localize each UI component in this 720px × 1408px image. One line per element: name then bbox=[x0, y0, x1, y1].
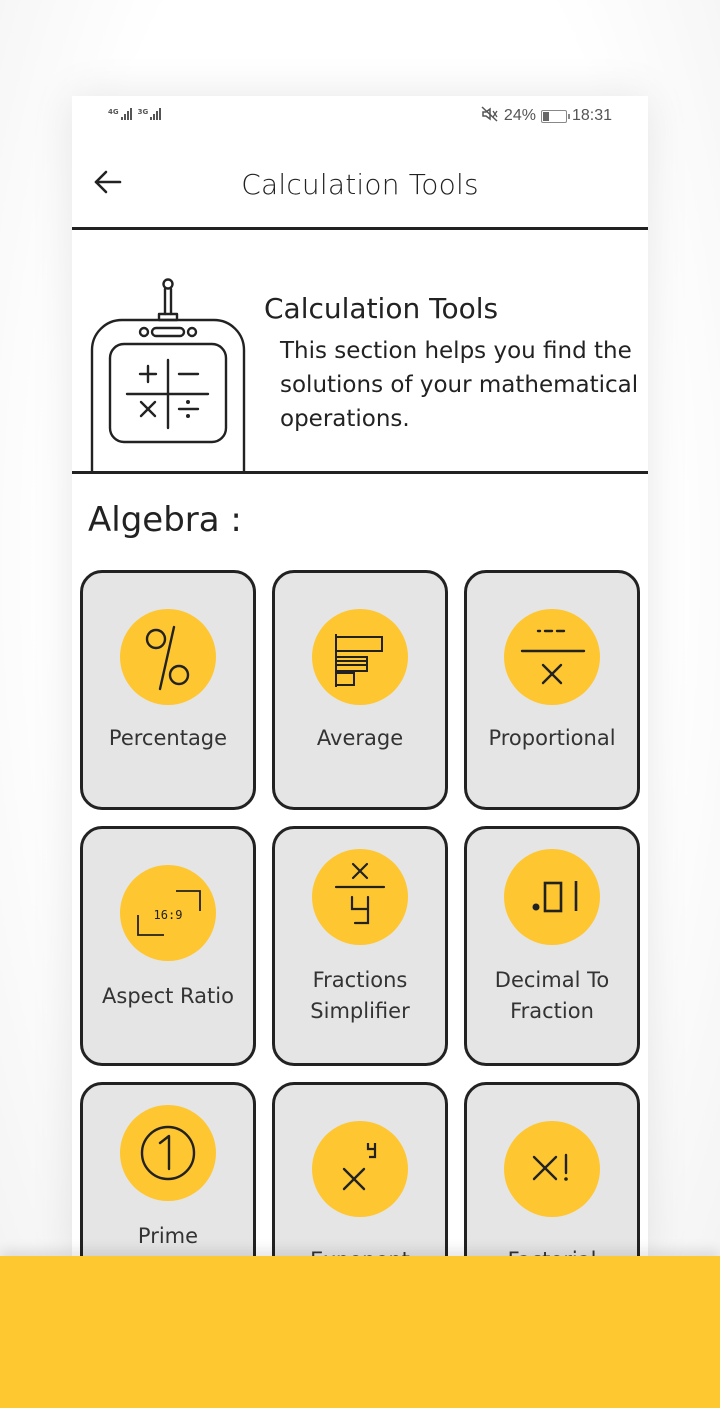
tool-card-exponent[interactable]: Exponent bbox=[272, 1082, 448, 1266]
tool-label: Average bbox=[316, 726, 404, 750]
tool-label: Proportional bbox=[488, 726, 616, 750]
mute-icon bbox=[481, 106, 499, 126]
network-type-1: 4G bbox=[108, 108, 119, 116]
intro-banner: Calculation Tools This section helps you… bbox=[72, 230, 648, 474]
tool-label: Aspect Ratio bbox=[102, 984, 234, 1008]
battery-icon bbox=[540, 109, 570, 123]
signal-3g-icon: 3G bbox=[138, 108, 162, 120]
intro-description: This section helps you find the solution… bbox=[280, 338, 639, 432]
tool-label: Prime bbox=[137, 1224, 199, 1248]
tool-label: Percentage bbox=[108, 726, 228, 750]
exponent-icon bbox=[312, 1121, 408, 1217]
app-bar: Calculation Tools bbox=[72, 140, 648, 230]
page-title: Calculation Tools bbox=[241, 168, 479, 201]
fraction-xy-icon bbox=[312, 849, 408, 945]
signal-4g-icon: 4G bbox=[108, 108, 132, 120]
bottom-yellow-band bbox=[0, 1256, 720, 1408]
tool-card-aspect-ratio[interactable]: 16:9 Aspect Ratio bbox=[80, 826, 256, 1066]
phone-screen: 4G 3G 24% 18:31 Calculation Tools Calcul… bbox=[72, 96, 648, 1266]
aspect-ratio-icon: 16:9 bbox=[120, 865, 216, 961]
signal-indicators: 4G 3G bbox=[108, 108, 162, 120]
tool-card-fractions-simplifier[interactable]: Fractions Simplifier bbox=[272, 826, 448, 1066]
fraction-x-icon bbox=[504, 609, 600, 705]
clock: 18:31 bbox=[571, 107, 612, 124]
svg-text:16:9: 16:9 bbox=[154, 908, 183, 922]
network-type-2: 3G bbox=[137, 108, 149, 116]
intro-title: Calculation Tools bbox=[264, 292, 499, 325]
status-bar: 4G 3G 24% 18:31 bbox=[72, 96, 648, 140]
bar-chart-icon bbox=[312, 609, 408, 705]
tool-card-percentage[interactable]: Percentage bbox=[80, 570, 256, 810]
tool-card-prime[interactable]: Prime bbox=[80, 1082, 256, 1266]
prime-one-icon bbox=[120, 1105, 216, 1201]
decimal-icon bbox=[504, 849, 600, 945]
tool-card-proportional[interactable]: Proportional bbox=[464, 570, 640, 810]
tool-label: Fractions Simplifier bbox=[310, 968, 410, 1023]
tool-card-factorial[interactable]: Factorial bbox=[464, 1082, 640, 1266]
battery-percent: 24% bbox=[503, 107, 536, 124]
calculator-device-icon bbox=[90, 278, 246, 474]
percent-icon bbox=[120, 609, 216, 705]
tool-label: Decimal To Fraction bbox=[494, 968, 610, 1023]
status-right: 24% 18:31 bbox=[481, 106, 612, 126]
tool-card-decimal-to-fraction[interactable]: Decimal To Fraction bbox=[464, 826, 640, 1066]
tool-card-average[interactable]: Average bbox=[272, 570, 448, 810]
section-title-algebra: Algebra : bbox=[88, 500, 242, 540]
factorial-icon bbox=[504, 1121, 600, 1217]
